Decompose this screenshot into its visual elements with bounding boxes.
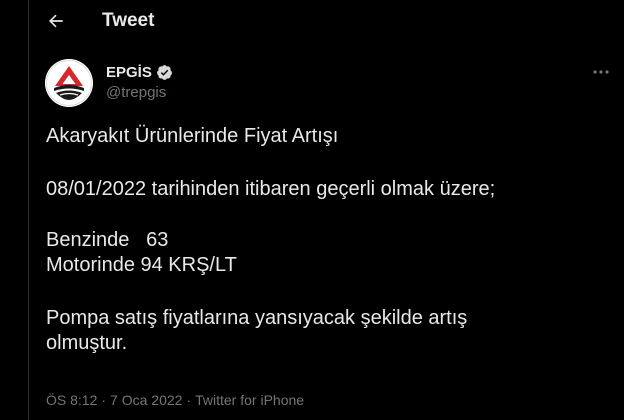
tweet-date[interactable]: 7 Oca 2022: [110, 392, 182, 408]
tweet-line-closing-1: Pompa satış fiyatlarına yansıyacak şekil…: [46, 307, 468, 329]
more-options-button[interactable]: [587, 62, 615, 82]
tweet-text: Akaryakıt Ürünlerinde Fiyat Artışı 08/01…: [46, 124, 606, 356]
tweet-line-motorin: Motorinde 94 KRŞ/LT: [46, 254, 237, 276]
tweet-line-title: Akaryakıt Ürünlerinde Fiyat Artışı: [46, 125, 339, 147]
tweet-meta: ÖS 8:12 · 7 Oca 2022 · Twitter for iPhon…: [46, 392, 304, 408]
tweet-line-benzin: Benzinde 63: [46, 229, 169, 251]
meta-separator: ·: [186, 392, 192, 408]
tweet-source[interactable]: Twitter for iPhone: [195, 392, 304, 408]
tweet-page: Tweet EPGİS @trepgis Akaryakıt Ürünlerin…: [28, 0, 624, 420]
author-name-row: EPGİS: [106, 62, 173, 82]
author-handle[interactable]: @trepgis: [106, 84, 173, 101]
tweet-line-date: 08/01/2022 tarihinden itibaren geçerli o…: [46, 178, 496, 200]
author-name[interactable]: EPGİS: [106, 64, 152, 81]
verified-badge-icon: [156, 64, 172, 80]
page-header: Tweet: [29, 0, 624, 42]
page-title: Tweet: [102, 10, 155, 31]
tweet-line-closing-2: olmuştur.: [46, 332, 128, 354]
tweet-author: EPGİS @trepgis: [106, 62, 173, 101]
avatar[interactable]: [45, 59, 93, 107]
epgis-logo-icon: [45, 59, 93, 107]
tweet-time[interactable]: ÖS 8:12: [46, 392, 97, 408]
meta-separator: ·: [101, 392, 107, 408]
back-button[interactable]: [41, 6, 71, 36]
back-arrow-icon: [49, 14, 63, 28]
more-dots-icon: [593, 70, 609, 74]
